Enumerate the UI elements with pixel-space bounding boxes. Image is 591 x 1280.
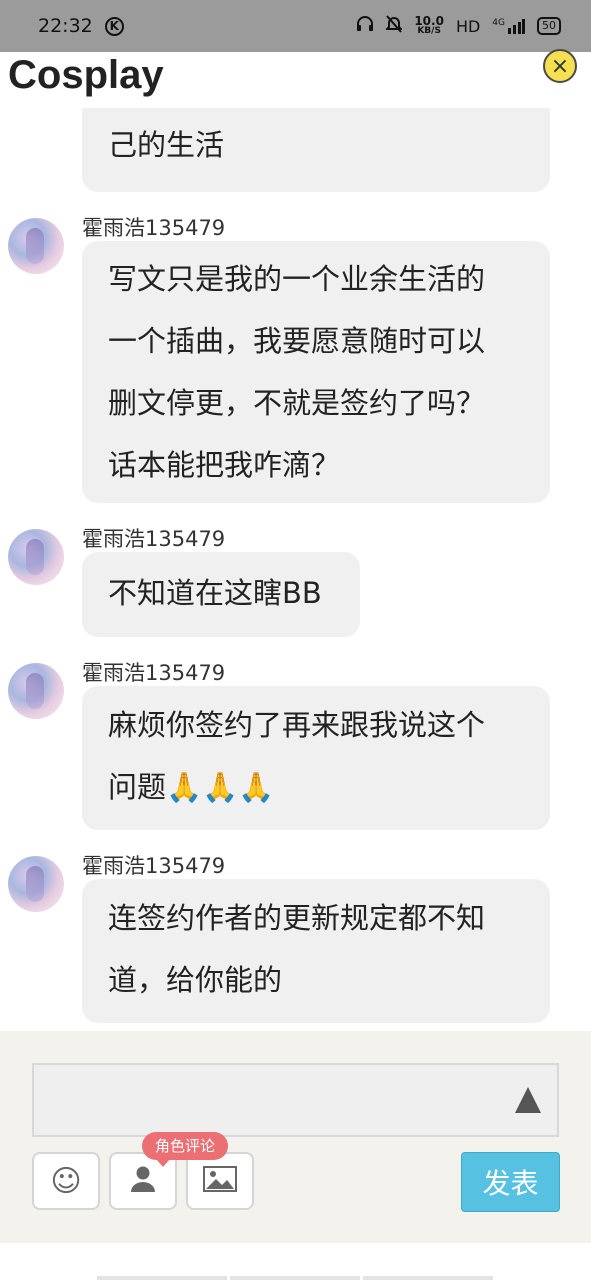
net-speed: 10.0 KB/S bbox=[414, 14, 444, 36]
status-bar: 22:32 K 10.0 KB/S HD 4G 50 bbox=[0, 0, 591, 52]
message-bubble: 不知道在这瞎BB bbox=[82, 552, 360, 637]
hd-label: HD bbox=[455, 16, 481, 36]
nav-handle bbox=[230, 1276, 360, 1280]
k-app-icon: K bbox=[104, 16, 124, 36]
avatar[interactable] bbox=[8, 856, 64, 912]
message-bubble: 己的生活 bbox=[82, 108, 550, 192]
close-icon: × bbox=[550, 53, 570, 79]
comment-input[interactable] bbox=[32, 1063, 559, 1137]
picture-icon bbox=[203, 1166, 237, 1196]
nav-handle bbox=[363, 1276, 493, 1280]
sender-name: 霍雨浩135479 bbox=[82, 216, 226, 240]
headphones-icon bbox=[356, 16, 374, 36]
sender-name: 霍雨浩135479 bbox=[82, 854, 226, 878]
avatar[interactable] bbox=[8, 529, 64, 585]
smiley-icon: ☺ bbox=[50, 1163, 82, 1199]
mute-bell-icon bbox=[384, 15, 404, 37]
clock: 22:32 bbox=[38, 15, 93, 37]
signal-icon: 4G bbox=[492, 18, 525, 34]
chat-list[interactable]: 己的生活 霍雨浩135479 写文只是我的一个业余生活的 一个插曲，我要愿意随时… bbox=[0, 108, 591, 1030]
role-comment-badge: 角色评论 bbox=[142, 1132, 229, 1167]
expand-arrow-icon[interactable] bbox=[515, 1087, 541, 1113]
message-bubble: 麻烦你签约了再来跟我说这个 问题🙏🙏🙏 bbox=[82, 686, 550, 830]
message-bubble: 连签约作者的更新规定都不知 道，给你能的 bbox=[82, 879, 550, 1023]
battery-icon: 50 bbox=[537, 17, 561, 35]
sender-name: 霍雨浩135479 bbox=[82, 527, 226, 551]
close-button[interactable]: × bbox=[543, 49, 577, 83]
avatar[interactable] bbox=[8, 218, 64, 274]
sender-name: 霍雨浩135479 bbox=[82, 661, 226, 685]
page-title: Cosplay bbox=[8, 53, 164, 97]
emoji-button[interactable]: ☺ bbox=[32, 1152, 100, 1210]
message-bubble: 写文只是我的一个业余生活的 一个插曲，我要愿意随时可以 删文停更，不就是签约了吗… bbox=[82, 241, 550, 503]
avatar[interactable] bbox=[8, 663, 64, 719]
composer: ☺ 角色评论 发表 bbox=[0, 1031, 591, 1243]
person-icon bbox=[130, 1165, 156, 1197]
post-button[interactable]: 发表 bbox=[461, 1152, 560, 1212]
image-button[interactable] bbox=[186, 1152, 254, 1210]
nav-handle bbox=[97, 1276, 227, 1280]
